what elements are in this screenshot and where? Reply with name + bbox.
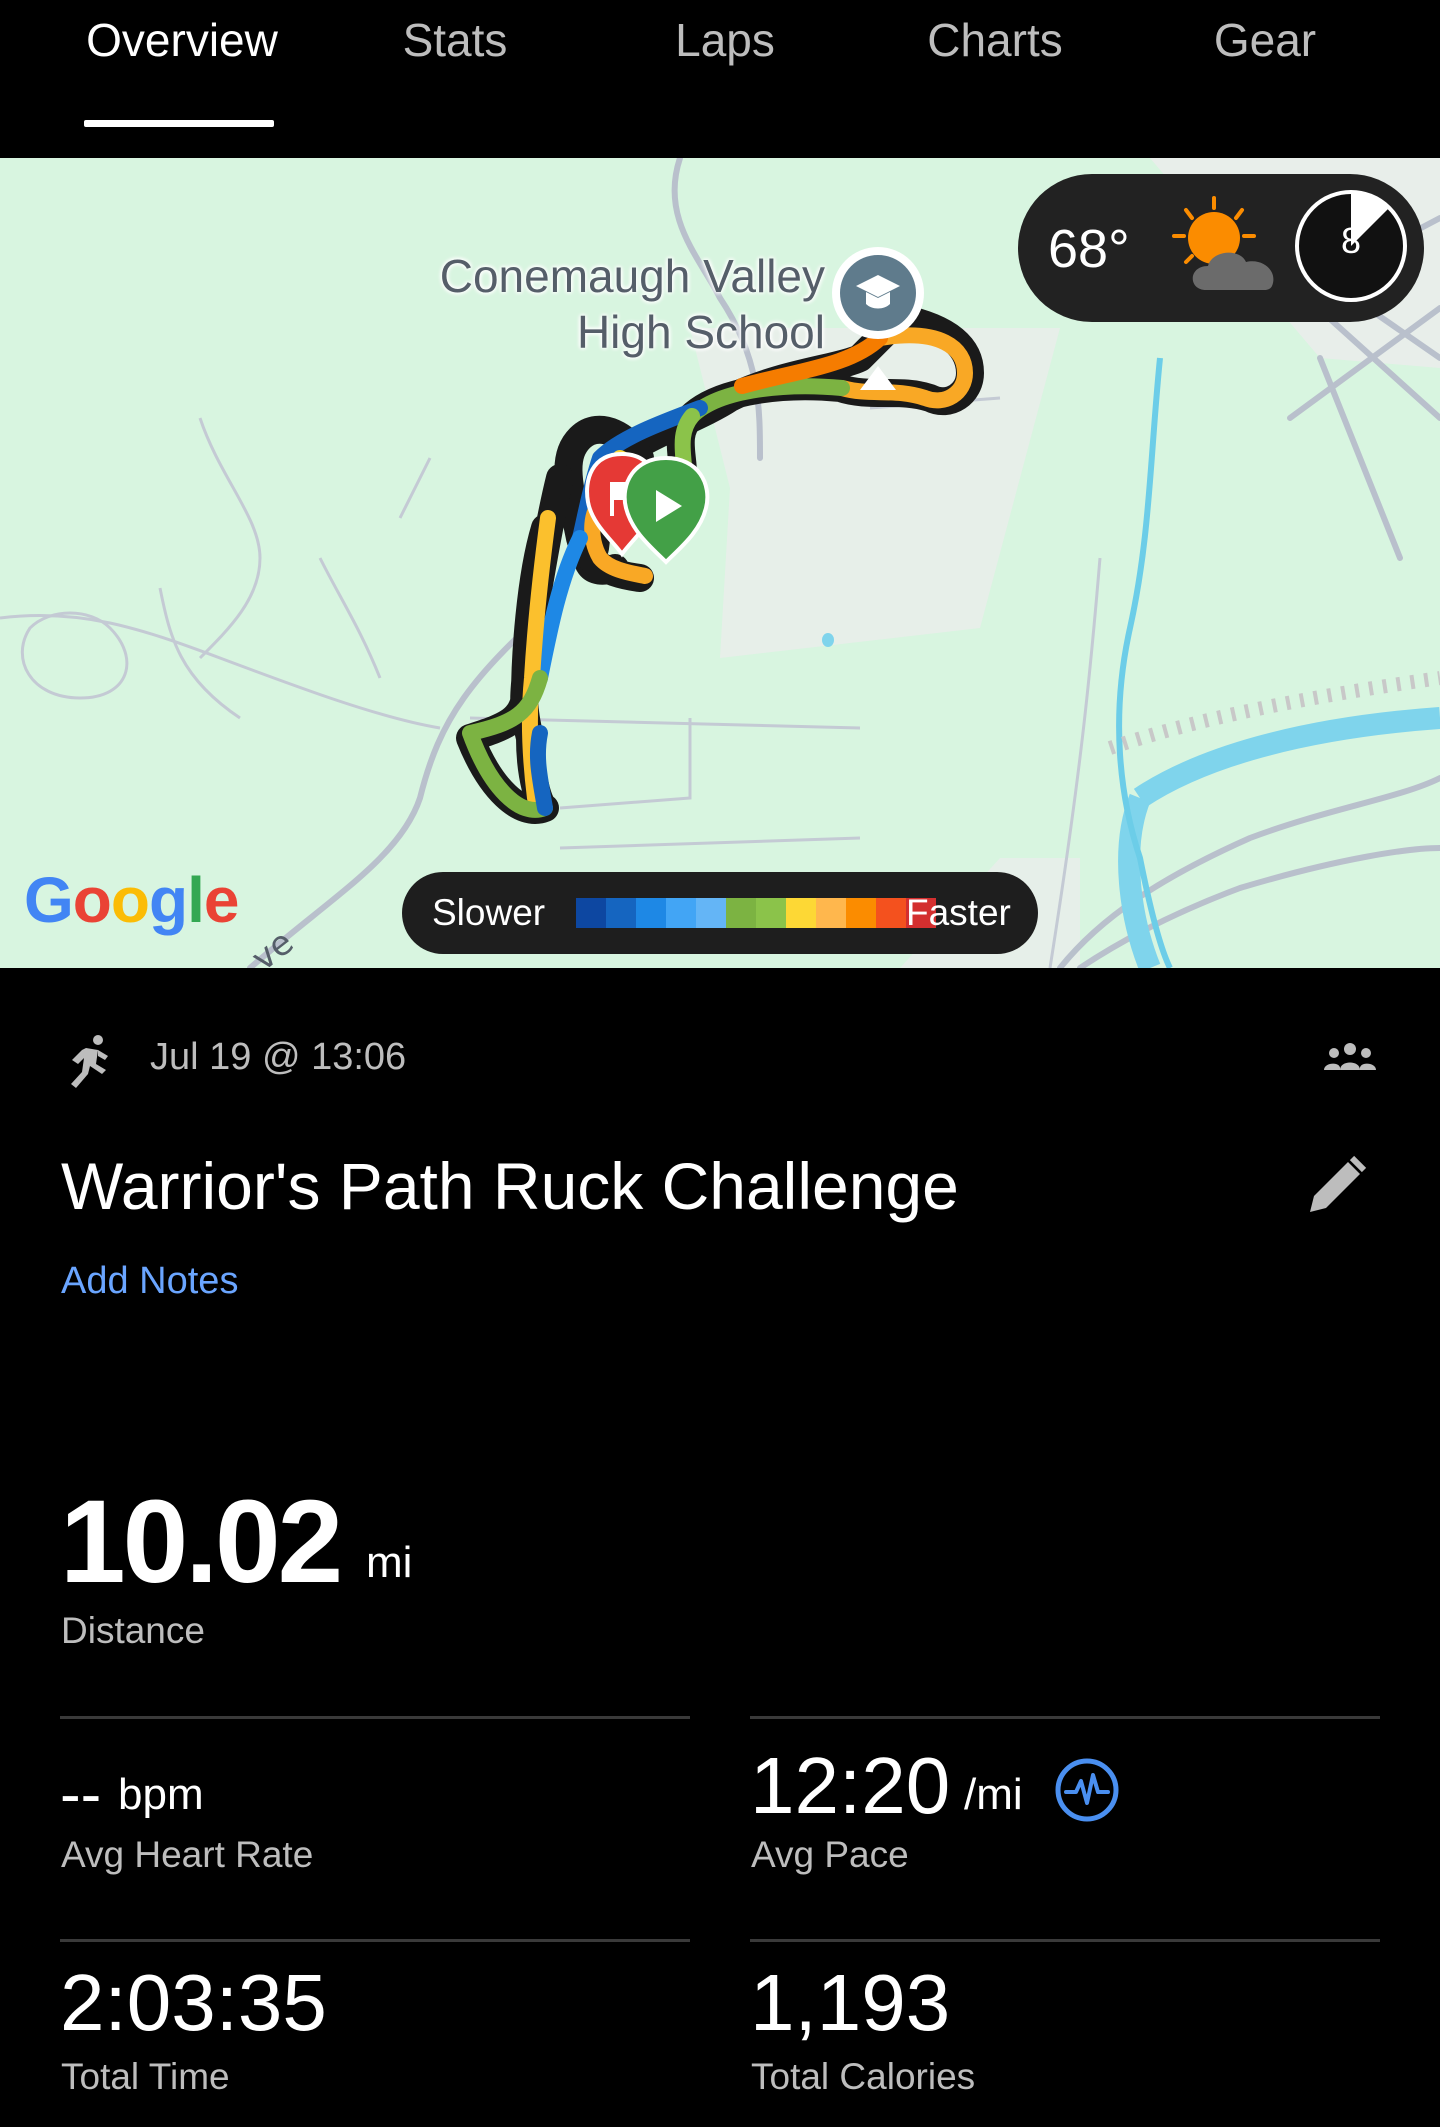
legend-swatch	[846, 898, 876, 928]
legend-swatch	[606, 898, 636, 928]
partly-cloudy-icon	[1172, 196, 1274, 290]
tab-laps[interactable]: Laps	[640, 10, 810, 70]
legend-swatch	[726, 898, 756, 928]
legend-swatch	[876, 898, 906, 928]
poi-label-line1: Conemaugh Valley	[439, 250, 825, 302]
legend-swatch	[696, 898, 726, 928]
tab-stats[interactable]: Stats	[370, 10, 540, 70]
distance-label: Distance	[61, 1610, 205, 1651]
tab-bar: Overview Stats Laps Charts Gear	[0, 0, 1440, 158]
running-icon	[71, 1035, 108, 1088]
legend-swatch	[666, 898, 696, 928]
tab-overview[interactable]: Overview	[62, 10, 302, 70]
divider	[750, 1716, 1380, 1719]
legend-faster-label: Faster	[906, 892, 1011, 933]
avg-heart-rate-value: --	[60, 1760, 102, 1829]
total-calories-label: Total Calories	[751, 2056, 976, 2097]
activity-date: Jul 19 @ 13:06	[150, 1036, 407, 1078]
divider	[60, 1939, 690, 1942]
total-calories-value: 1,193	[750, 1958, 951, 2047]
distance-value: 10.02	[60, 1476, 343, 1608]
avg-heart-rate-unit: bpm	[118, 1770, 204, 1819]
activity-title: Warrior's Path Ruck Challenge	[61, 1149, 959, 1223]
edit-pencil-icon[interactable]	[1306, 1154, 1368, 1216]
google-logo: Google	[24, 864, 239, 936]
moon-phase-number: 8	[1340, 220, 1362, 261]
avg-pace-label: Avg Pace	[751, 1834, 909, 1875]
legend-swatch	[576, 898, 606, 928]
add-notes-link[interactable]: Add Notes	[61, 1260, 238, 1303]
divider	[750, 1939, 1380, 1942]
legend-swatch	[816, 898, 846, 928]
legend-swatch	[636, 898, 666, 928]
legend-swatch	[786, 898, 816, 928]
legend-swatch	[756, 898, 786, 928]
start-pin-icon	[622, 455, 710, 565]
tab-charts[interactable]: Charts	[905, 10, 1085, 70]
weather-temperature: 68°	[1048, 219, 1130, 279]
divider	[60, 1716, 690, 1719]
total-time-value: 2:03:35	[60, 1958, 327, 2047]
poi-label: Conemaugh Valley High School	[395, 248, 825, 360]
active-tab-indicator	[84, 120, 274, 127]
avg-pace-unit: /mi	[964, 1770, 1023, 1819]
total-time-label: Total Time	[61, 2056, 230, 2097]
pace-legend: Slower Faster	[402, 872, 1038, 954]
poi-label-line2: High School	[576, 306, 825, 358]
legend-color-bar	[576, 898, 936, 928]
weather-badge[interactable]: 68° 8	[1018, 174, 1424, 322]
tab-gear[interactable]: Gear	[1180, 10, 1350, 70]
legend-slower-label: Slower	[432, 892, 546, 933]
group-icon[interactable]	[1324, 1042, 1376, 1072]
distance-unit: mi	[366, 1538, 413, 1587]
avg-heart-rate-label: Avg Heart Rate	[61, 1834, 314, 1875]
route-map[interactable]: ve Conemaugh Valley High School 68° 8 Go…	[0, 158, 1440, 968]
avg-pace-value: 12:20	[750, 1741, 951, 1830]
pace-zones-icon[interactable]	[1054, 1757, 1120, 1823]
